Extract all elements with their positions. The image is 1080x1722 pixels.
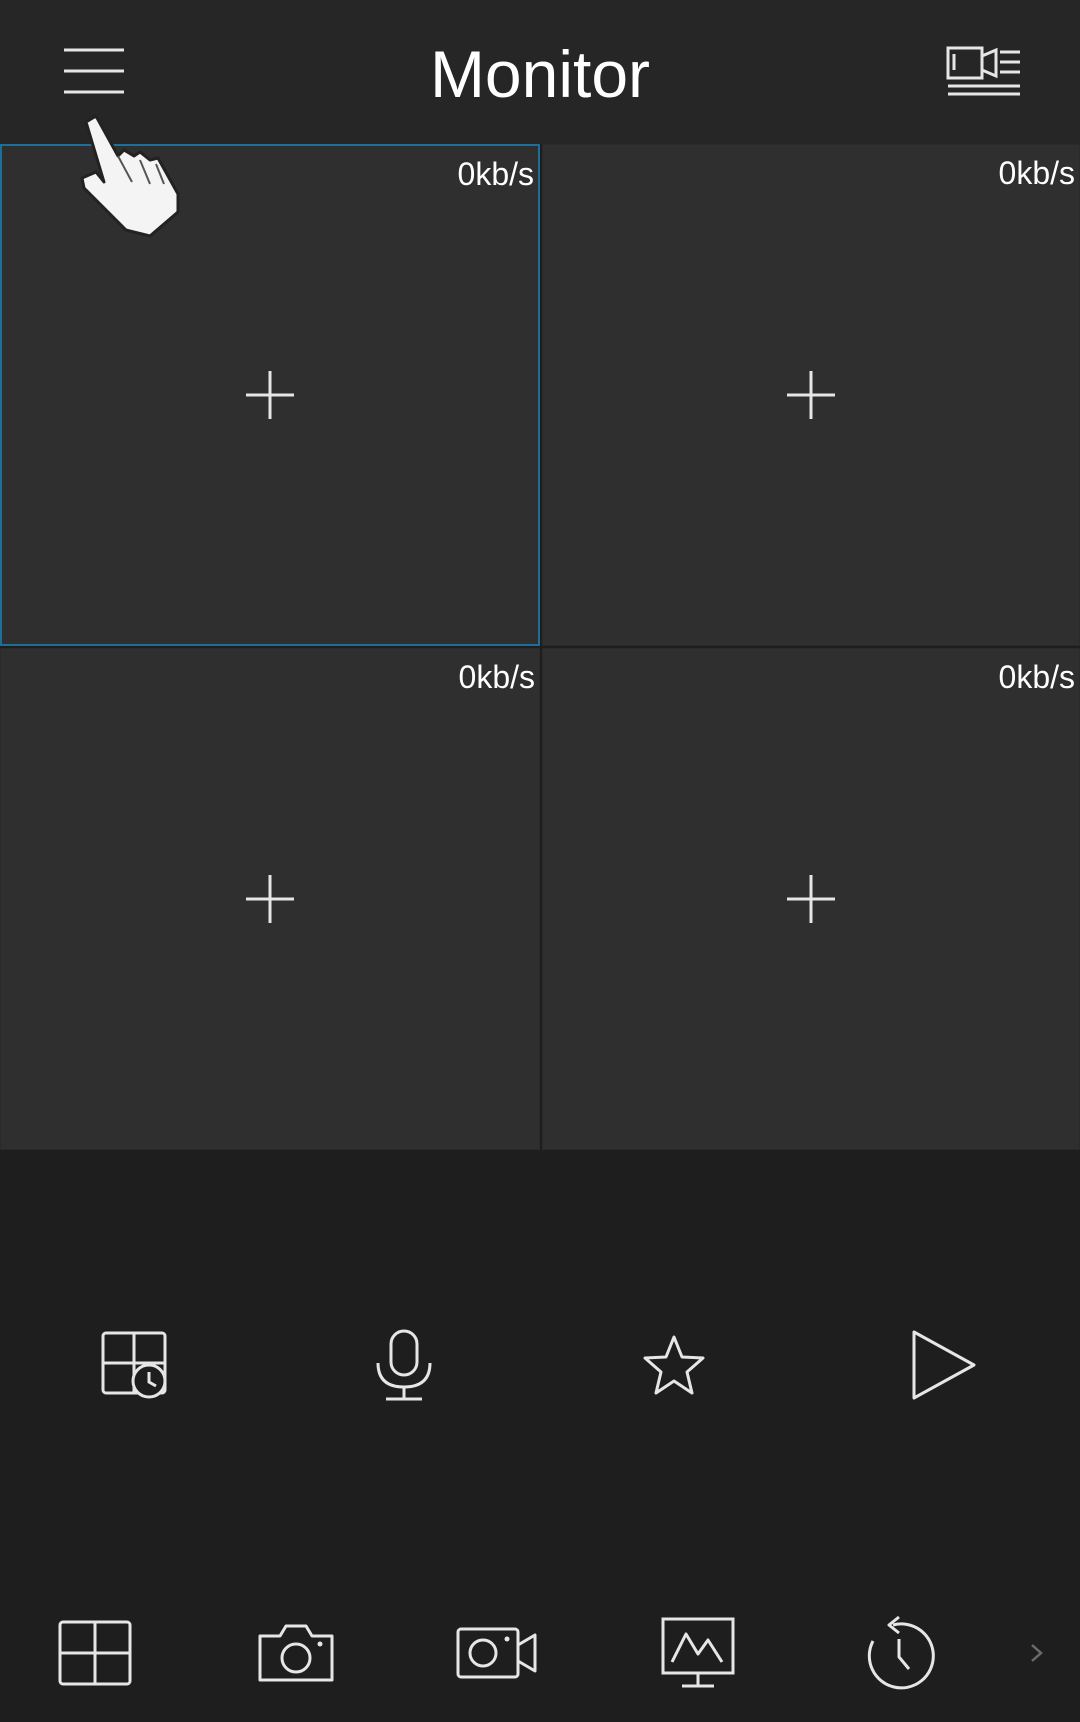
camera-snapshot-icon[interactable] <box>241 1598 351 1708</box>
bitrate-label: 0kb/s <box>457 156 534 192</box>
monitor-display-icon[interactable] <box>643 1598 753 1708</box>
chevron-right-icon[interactable] <box>1012 1598 1062 1708</box>
video-tile-3[interactable]: 0kb/s <box>0 648 540 1150</box>
video-tile-2[interactable]: 0kb/s <box>542 144 1080 646</box>
hand-cursor-icon <box>74 112 192 240</box>
plus-icon[interactable] <box>244 369 296 421</box>
play-icon[interactable] <box>893 1315 993 1415</box>
hamburger-menu-icon[interactable] <box>60 42 134 104</box>
video-record-icon[interactable] <box>442 1598 552 1708</box>
bitrate-label: 0kb/s <box>458 659 535 695</box>
microphone-icon[interactable] <box>354 1315 454 1415</box>
star-icon[interactable] <box>624 1315 724 1415</box>
plus-icon[interactable] <box>785 369 837 421</box>
history-playback-icon[interactable] <box>845 1598 955 1708</box>
device-list-icon[interactable] <box>944 40 1024 106</box>
control-toolbar <box>0 1315 1080 1415</box>
video-tile-4[interactable]: 0kb/s <box>542 648 1080 1150</box>
video-grid: 0kb/s 0kb/s 0kb/s 0kb/s <box>0 144 1080 1150</box>
page-title: Monitor <box>429 37 651 111</box>
playback-schedule-icon[interactable] <box>85 1315 185 1415</box>
plus-icon[interactable] <box>785 873 837 925</box>
bitrate-label: 0kb/s <box>998 659 1075 695</box>
split-screen-icon[interactable] <box>40 1598 150 1708</box>
bitrate-label: 0kb/s <box>998 155 1075 191</box>
plus-icon[interactable] <box>244 873 296 925</box>
bottom-toolbar <box>0 1598 1080 1708</box>
